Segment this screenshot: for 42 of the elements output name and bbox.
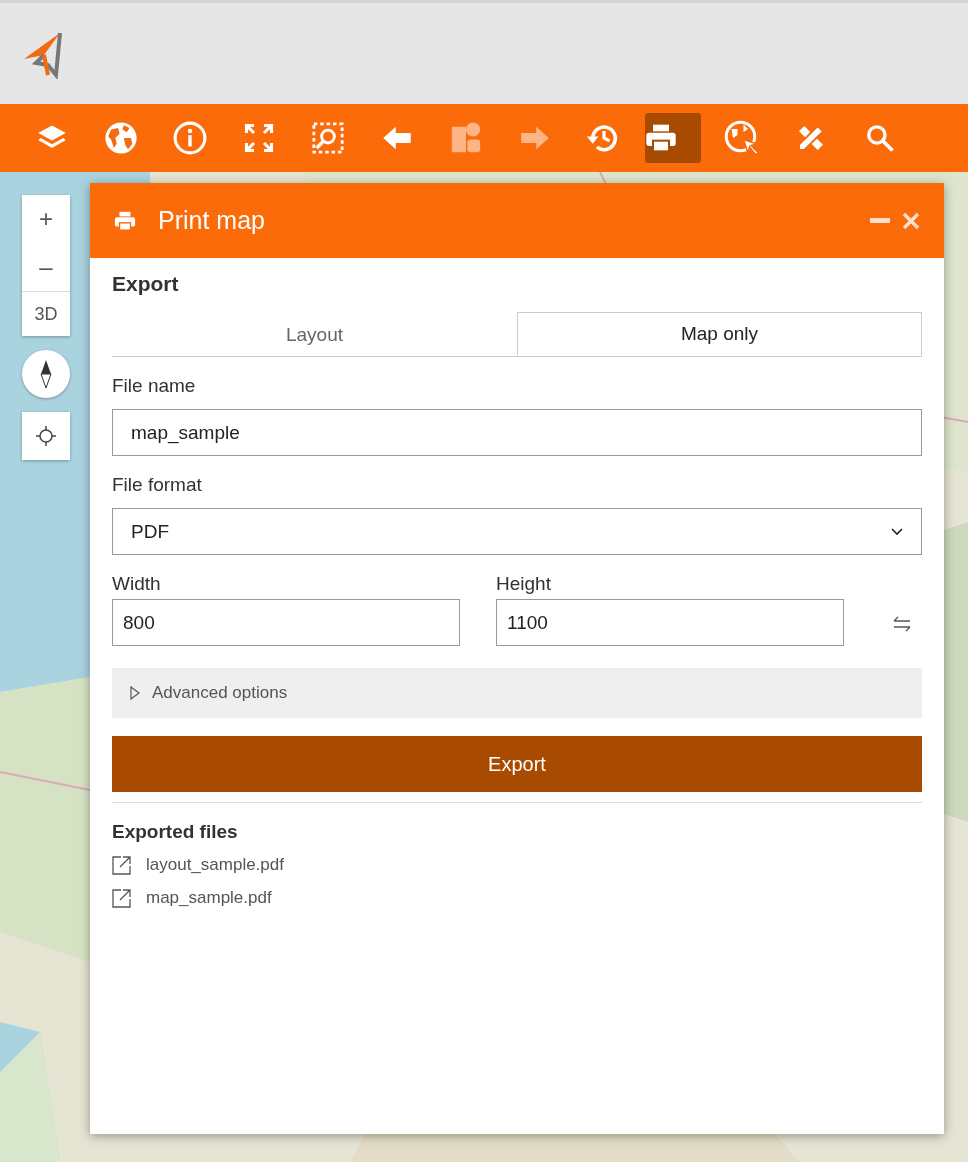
swap-button[interactable]	[893, 616, 911, 632]
close-button[interactable]	[902, 211, 920, 230]
advanced-options-toggle[interactable]: Advanced options	[112, 668, 922, 718]
search-icon	[865, 123, 895, 153]
panel-title: Print map	[158, 206, 265, 235]
swap-arrows-icon	[893, 616, 911, 632]
field-label: File format	[112, 474, 203, 496]
file-name-field[interactable]: map_sample	[112, 409, 922, 456]
export-button[interactable]: Export	[112, 736, 922, 792]
caret-right-icon	[130, 686, 140, 700]
file-link[interactable]: layout_sample.pdf	[146, 855, 284, 875]
fullscreen-icon	[244, 123, 274, 153]
crosshair-icon	[35, 425, 57, 447]
shapes-icon	[449, 121, 483, 155]
print-icon	[645, 122, 677, 154]
zoom-out-button[interactable]: –	[22, 243, 70, 291]
chevron-down-icon	[891, 527, 903, 536]
globe-cursor-icon	[724, 120, 760, 156]
tab[interactable]: Map only	[517, 312, 922, 356]
3d-button[interactable]: 3D	[22, 291, 70, 336]
info-icon	[173, 121, 207, 155]
section-title: Exported files	[112, 821, 239, 843]
locate-button[interactable]	[22, 412, 70, 460]
field-label: Width	[112, 573, 162, 595]
file-format-dropdown[interactable]: PDF	[112, 508, 922, 555]
external-link-icon	[112, 888, 132, 908]
zoom-in-button[interactable]: +	[22, 195, 70, 243]
toolbar-button[interactable]	[645, 113, 701, 163]
compass-icon	[39, 359, 53, 389]
field-label: File name	[112, 375, 197, 397]
zoom-area-icon	[311, 121, 345, 155]
external-link-icon	[112, 855, 132, 875]
file-link[interactable]: map_sample.pdf	[146, 888, 272, 908]
width-field[interactable]: 800	[112, 599, 460, 646]
minimize-icon	[870, 217, 890, 224]
minimize-button[interactable]	[870, 217, 890, 224]
section-title: Export	[112, 272, 180, 296]
print-icon	[114, 209, 136, 232]
close-icon	[902, 211, 920, 230]
field-label: Height	[496, 573, 552, 595]
height-field[interactable]: 1100	[496, 599, 844, 646]
globe-icon	[104, 121, 138, 155]
